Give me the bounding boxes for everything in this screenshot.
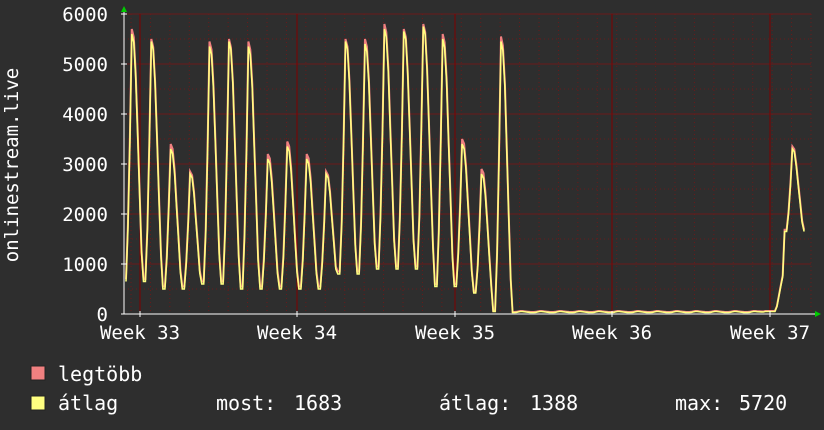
x-tick-label: Week 35 — [415, 322, 495, 344]
x-tick-label: Week 37 — [730, 322, 810, 344]
chart-canvas: onlinestream.live 0100020003000400050006… — [0, 0, 824, 430]
y-axis-label: onlinestream.live — [1, 68, 23, 262]
legend-label-atlag: átlag — [58, 391, 118, 415]
stat-max-label: max: — [675, 391, 723, 415]
stat-now-label: most: — [216, 391, 276, 415]
legend-swatch-legtobb — [30, 365, 46, 381]
x-tick-label: Week 33 — [100, 322, 180, 344]
y-tick-label: 5000 — [62, 54, 108, 76]
stat-avg-value: 1388 — [530, 391, 578, 415]
x-tick-label: Week 36 — [572, 322, 652, 344]
y-tick-label: 3000 — [62, 154, 108, 176]
y-tick-label: 2000 — [62, 204, 108, 226]
y-tick-label: 4000 — [62, 104, 108, 126]
y-tick-label: 6000 — [62, 4, 108, 26]
stats: most: 1683 átlag: 1388 max: 5720 — [216, 391, 787, 415]
legend-label-legtobb: legtöbb — [58, 362, 142, 386]
stat-max-value: 5720 — [739, 391, 787, 415]
legend-swatch-atlag — [30, 395, 46, 411]
stat-avg-label: átlag: — [439, 391, 511, 415]
stat-now-value: 1683 — [294, 391, 342, 415]
y-tick-label: 1000 — [62, 254, 108, 276]
x-tick-label: Week 34 — [257, 322, 337, 344]
